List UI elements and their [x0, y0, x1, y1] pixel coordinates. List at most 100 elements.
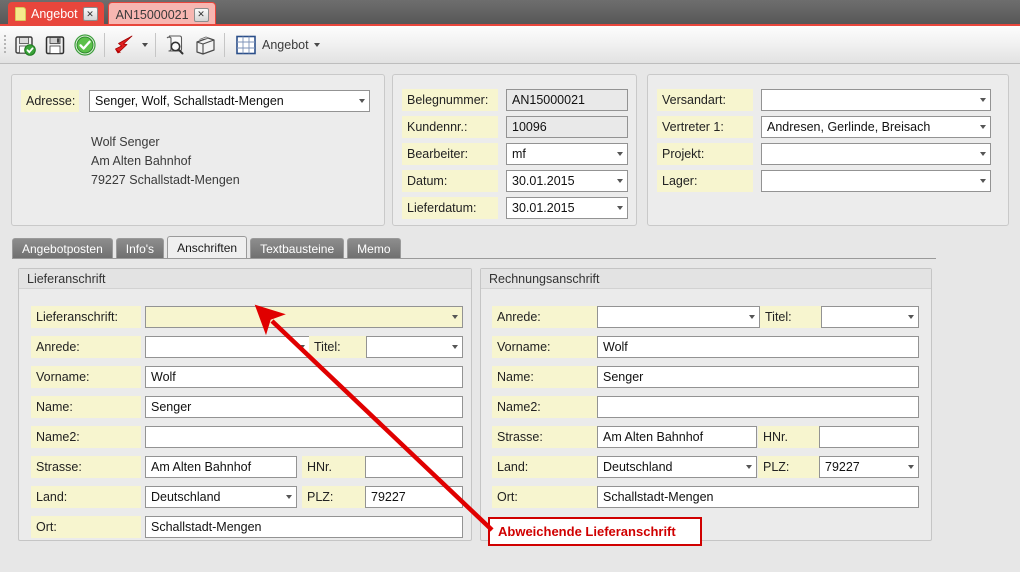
vertreter1-select[interactable]: Andresen, Gerlinde, Breisach — [761, 116, 991, 138]
toolbar-separator — [224, 32, 225, 57]
floppy-check-icon — [15, 35, 36, 56]
save-button[interactable] — [40, 30, 70, 60]
confirm-button[interactable] — [70, 30, 100, 60]
liefer-anrede-label: Anrede: — [31, 336, 141, 358]
datum-select[interactable]: 30.01.2015 — [506, 170, 628, 192]
liefer-titel-select[interactable] — [366, 336, 463, 358]
lieferdatum-select[interactable]: 30.01.2015 — [506, 197, 628, 219]
liefer-lieferanschrift-select[interactable] — [145, 306, 463, 328]
chevron-down-icon — [617, 179, 623, 183]
versandart-label: Versandart: — [657, 89, 753, 111]
tab-infos[interactable]: Info's — [115, 238, 165, 259]
liefer-titel-label: Titel: — [309, 336, 367, 358]
rech-plz-select[interactable]: 79227 — [819, 456, 919, 478]
rech-strasse-input[interactable]: Am Alten Bahnhof — [597, 426, 757, 448]
lager-label: Lager: — [657, 170, 753, 192]
belegnummer-value: AN15000021 — [512, 93, 585, 107]
liefer-land-select[interactable]: Deutschland — [145, 486, 297, 508]
tab-angebotposten[interactable]: Angebotposten — [12, 238, 113, 259]
rech-ort-input[interactable]: Schallstadt-Mengen — [597, 486, 919, 508]
liefer-name-input[interactable]: Senger — [145, 396, 463, 418]
bearbeiter-select[interactable]: mf — [506, 143, 628, 165]
chevron-down-icon — [980, 179, 986, 183]
floppy-icon — [45, 35, 65, 54]
lager-select[interactable] — [761, 170, 991, 192]
liefer-hnr-label: HNr. — [302, 456, 365, 478]
angebot-menu-button[interactable]: Angebot — [229, 30, 326, 60]
adresse-select[interactable]: Senger, Wolf, Schallstadt-Mengen — [89, 90, 370, 112]
rech-name2-input[interactable] — [597, 396, 919, 418]
versandart-select[interactable] — [761, 89, 991, 111]
window-tab-angebot[interactable]: Angebot ✕ — [8, 2, 104, 26]
rech-vorname-value: Wolf — [603, 340, 628, 354]
bearbeiter-value: mf — [512, 147, 526, 161]
liefer-land-value: Deutschland — [151, 490, 221, 504]
tab-memo[interactable]: Memo — [347, 238, 401, 259]
tab-label: Memo — [357, 242, 391, 256]
close-icon[interactable]: ✕ — [82, 7, 98, 21]
rech-name-value: Senger — [603, 370, 644, 384]
lieferanschrift-group-title: Lieferanschrift — [19, 269, 471, 289]
chevron-down-icon — [452, 315, 458, 319]
liefer-plz-value: 79227 — [371, 490, 406, 504]
quick-action-button[interactable] — [109, 30, 139, 60]
window-tab-an15000021[interactable]: AN15000021 ✕ — [107, 2, 216, 26]
quick-action-dropdown[interactable] — [139, 30, 151, 60]
toolbar-grip[interactable] — [0, 26, 10, 64]
liefer-name2-label: Name2: — [31, 426, 141, 448]
rech-vorname-label: Vorname: — [492, 336, 602, 358]
liefer-vorname-input[interactable]: Wolf — [145, 366, 463, 388]
rech-land-value: Deutschland — [603, 460, 673, 474]
projekt-select[interactable] — [761, 143, 991, 165]
datum-value: 30.01.2015 — [512, 174, 575, 188]
liefer-anrede-select[interactable] — [145, 336, 310, 358]
liefer-strasse-input[interactable]: Am Alten Bahnhof — [145, 456, 297, 478]
rech-hnr-input[interactable] — [819, 426, 919, 448]
chevron-down-icon — [359, 99, 365, 103]
liefer-plz-label: PLZ: — [302, 486, 365, 508]
liefer-ort-input[interactable]: Schallstadt-Mengen — [145, 516, 463, 538]
tab-label: Textbausteine — [260, 242, 335, 256]
liefer-vorname-label: Vorname: — [31, 366, 141, 388]
save-and-check-button[interactable] — [10, 30, 40, 60]
chevron-down-icon — [908, 465, 914, 469]
rech-anrede-label: Anrede: — [492, 306, 602, 328]
chevron-down-icon — [142, 42, 148, 47]
rech-vorname-input[interactable]: Wolf — [597, 336, 919, 358]
rech-ort-value: Schallstadt-Mengen — [603, 490, 714, 504]
rech-hnr-label: HNr. — [758, 426, 819, 448]
annotation-callout: Abweichende Lieferanschrift — [488, 517, 702, 546]
belegnummer-label: Belegnummer: — [402, 89, 498, 111]
liefer-strasse-value: Am Alten Bahnhof — [151, 460, 252, 474]
document-icon — [15, 7, 26, 21]
scroll-magnifier-icon — [166, 34, 184, 54]
rech-titel-select[interactable] — [821, 306, 919, 328]
preview-button[interactable] — [160, 30, 190, 60]
liefer-name2-input[interactable] — [145, 426, 463, 448]
address-line-2: Am Alten Bahnhof — [91, 154, 192, 168]
rech-strasse-label: Strasse: — [492, 426, 602, 448]
print-button[interactable] — [190, 30, 220, 60]
chevron-down-icon — [452, 345, 458, 349]
toolbar-separator — [104, 32, 105, 57]
chevron-down-icon — [617, 152, 623, 156]
liefer-plz-input[interactable]: 79227 — [365, 486, 463, 508]
rech-land-select[interactable]: Deutschland — [597, 456, 757, 478]
liefer-lieferanschrift-label: Lieferanschrift: — [31, 306, 141, 328]
address-panel: Adresse: Senger, Wolf, Schallstadt-Menge… — [11, 74, 385, 226]
liefer-ort-value: Schallstadt-Mengen — [151, 520, 262, 534]
rech-name-input[interactable]: Senger — [597, 366, 919, 388]
kundennr-value: 10096 — [512, 120, 547, 134]
detail-tab-bar: Angebotposten Info's Anschriften Textbau… — [12, 236, 401, 259]
rech-anrede-select[interactable] — [597, 306, 760, 328]
liefer-ort-label: Ort: — [31, 516, 141, 538]
tab-textbausteine[interactable]: Textbausteine — [250, 238, 345, 259]
rech-name2-label: Name2: — [492, 396, 602, 418]
adresse-value: Senger, Wolf, Schallstadt-Mengen — [95, 94, 284, 108]
liefer-hnr-input[interactable] — [365, 456, 463, 478]
tab-anschriften[interactable]: Anschriften — [167, 236, 248, 259]
chevron-down-icon — [980, 98, 986, 102]
chevron-down-icon — [980, 152, 986, 156]
close-icon[interactable]: ✕ — [193, 7, 209, 22]
chevron-down-icon — [980, 125, 986, 129]
